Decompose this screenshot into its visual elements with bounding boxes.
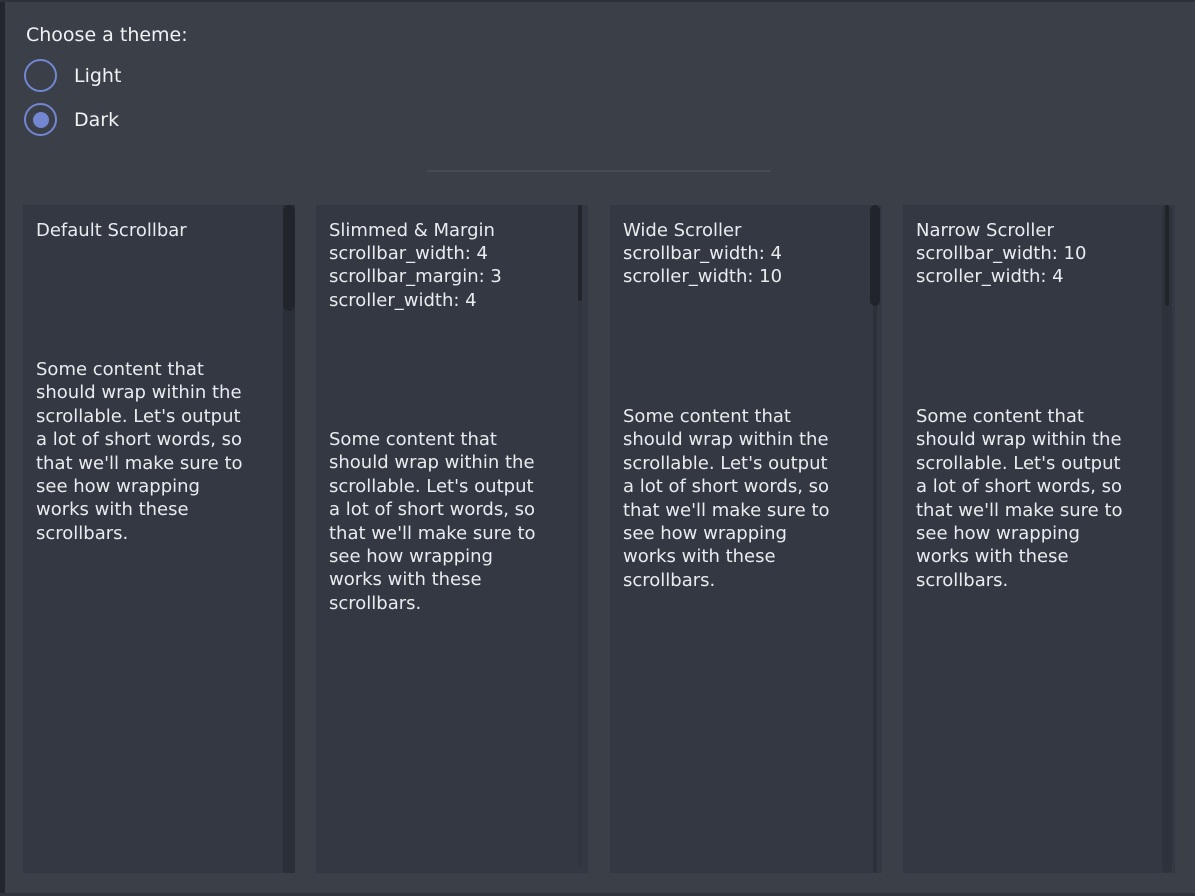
scrollable-content: Some content that should wrap within the… <box>329 428 545 615</box>
scrollable-content: Some content that should wrap within the… <box>916 405 1132 592</box>
scrollbar-thumb[interactable] <box>870 205 880 306</box>
radio-label-dark: Dark <box>74 109 119 131</box>
theme-chooser-label: Choose a theme: <box>26 24 188 46</box>
scrollable-content: Some content that should wrap within the… <box>36 358 252 545</box>
radio-dot-dark <box>33 112 49 128</box>
radio-option-light[interactable]: Light <box>24 59 121 92</box>
radio-label-light: Light <box>74 65 121 87</box>
scrollbar-thumb[interactable] <box>1165 205 1169 306</box>
window-edge-left <box>0 0 5 896</box>
config-line: scroller_width: 10 <box>623 265 782 288</box>
radio-button-dark[interactable] <box>24 103 57 136</box>
panel-config: scrollbar_width: 10 scroller_width: 4 <box>916 242 1086 289</box>
scrollbar-thumb[interactable] <box>283 205 295 311</box>
scroll-panel-wide-scroller[interactable]: Wide Scroller scrollbar_width: 4 scrolle… <box>610 205 882 873</box>
panel-title: Wide Scroller <box>623 219 741 242</box>
radio-button-light[interactable] <box>24 59 57 92</box>
panel-config: scrollbar_width: 4 scrollbar_margin: 3 s… <box>329 242 502 312</box>
config-line: scrollbar_width: 4 <box>329 242 502 265</box>
window-edge-top <box>0 0 1195 2</box>
panel-title: Default Scrollbar <box>36 219 187 242</box>
scroll-panel-slimmed-margin[interactable]: Slimmed & Margin scrollbar_width: 4 scro… <box>316 205 588 873</box>
scrollbar-track[interactable] <box>578 205 582 867</box>
config-line: scrollbar_width: 10 <box>916 242 1086 265</box>
config-line: scroller_width: 4 <box>916 265 1086 288</box>
panel-config: scrollbar_width: 4 scroller_width: 10 <box>623 242 782 289</box>
panel-title: Slimmed & Margin <box>329 219 495 242</box>
section-divider <box>427 170 771 172</box>
radio-option-dark[interactable]: Dark <box>24 103 119 136</box>
scrollbar-thumb[interactable] <box>578 205 582 301</box>
scroll-panel-narrow-scroller[interactable]: Narrow Scroller scrollbar_width: 10 scro… <box>903 205 1175 873</box>
scroll-panel-default[interactable]: Default Scrollbar Some content that shou… <box>23 205 295 873</box>
config-line: scrollbar_margin: 3 <box>329 265 502 288</box>
scrollable-content: Some content that should wrap within the… <box>623 405 839 592</box>
config-line: scroller_width: 4 <box>329 289 502 312</box>
config-line: scrollbar_width: 4 <box>623 242 782 265</box>
panel-title: Narrow Scroller <box>916 219 1054 242</box>
